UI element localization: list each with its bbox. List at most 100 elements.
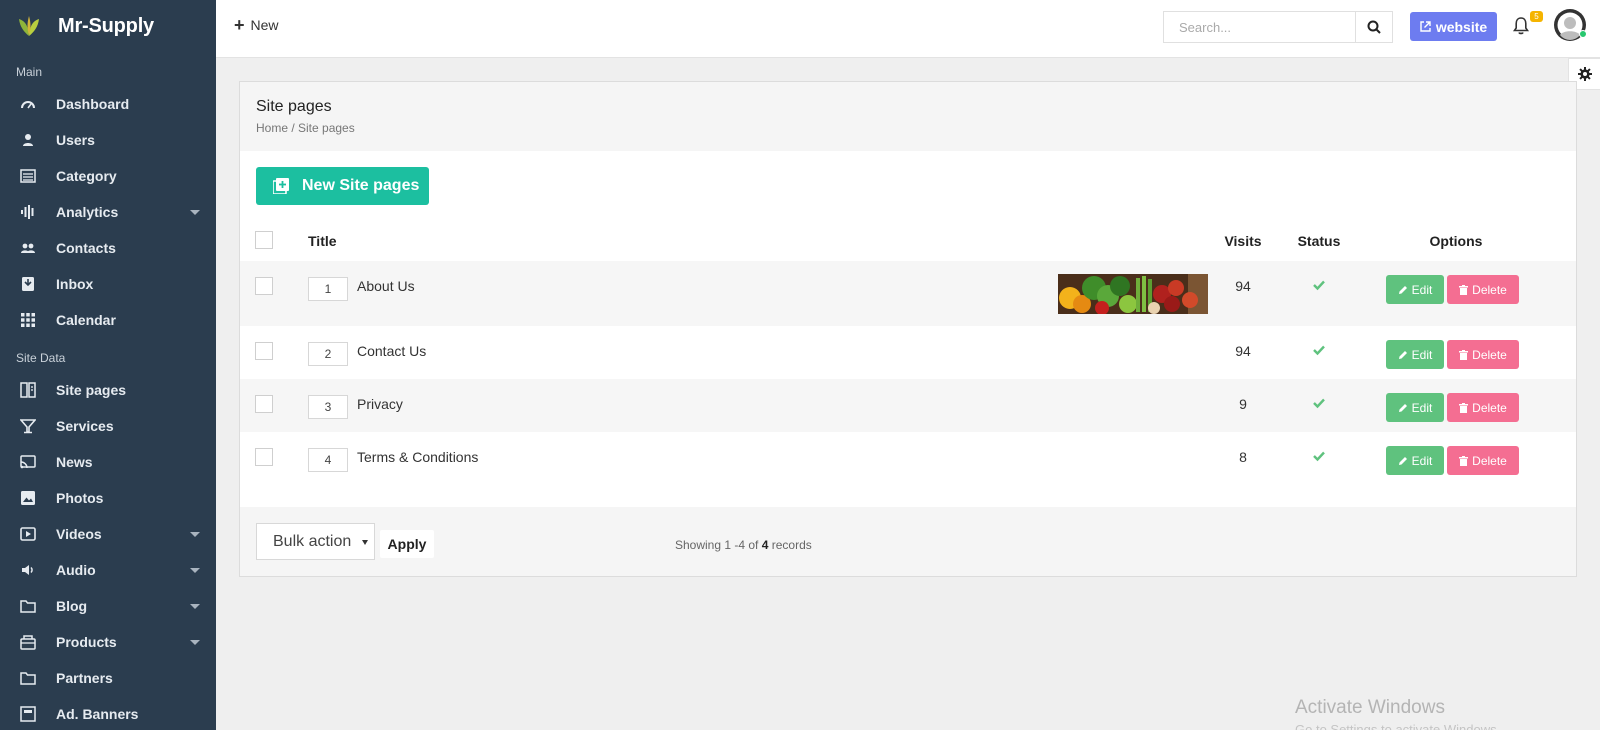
select-arrow-icon: [362, 540, 368, 545]
sidebar-item-news[interactable]: News: [0, 444, 216, 480]
user-icon: [23, 134, 33, 146]
select-all-checkbox[interactable]: [255, 231, 273, 249]
card-header: Site pages Home / Site pages: [240, 82, 1576, 151]
row-checkbox[interactable]: [255, 448, 273, 466]
leaf-logo-icon: [19, 16, 39, 36]
sidebar-item-partners[interactable]: Partners: [0, 660, 216, 696]
calendar-icon: [21, 313, 35, 327]
pencil-icon: [1398, 403, 1407, 412]
sidebar-item-category[interactable]: Category: [0, 158, 216, 194]
row-checkbox[interactable]: [255, 277, 273, 295]
check-icon: [1313, 398, 1325, 409]
sidebar-item-label: Users: [56, 132, 95, 148]
row-checkbox[interactable]: [255, 342, 273, 360]
sidebar-item-label: Ad. Banners: [56, 706, 139, 722]
order-input[interactable]: 4: [308, 448, 348, 472]
table-footer: Bulk action Apply Showing 1 -4 of 4 reco…: [240, 507, 1576, 576]
order-input[interactable]: 1: [308, 277, 348, 301]
sidebar-item-inbox[interactable]: Inbox: [0, 266, 216, 302]
apply-button[interactable]: Apply: [380, 530, 434, 558]
trash-icon: [1459, 284, 1469, 295]
sidebar-item-products[interactable]: Products: [0, 624, 216, 660]
sidebar-item-calendar[interactable]: Calendar: [0, 302, 216, 338]
add-library-icon: [273, 178, 289, 194]
external-link-icon: [1420, 21, 1431, 32]
col-title: Title: [308, 233, 337, 249]
edit-label: Edit: [1411, 453, 1433, 468]
delete-button[interactable]: Delete: [1447, 393, 1519, 422]
check-icon: [1313, 280, 1325, 291]
pages-icon: [20, 382, 36, 398]
notification-badge: 5: [1530, 11, 1543, 22]
activation-watermark-hint: Go to Settings to activate Windows.: [1295, 722, 1501, 730]
sidebar-item-services[interactable]: Services: [0, 408, 216, 444]
row-title[interactable]: Contact Us: [357, 343, 426, 359]
order-input[interactable]: 3: [308, 395, 348, 419]
table-row: 1 About Us 94 Edit Delete: [240, 261, 1576, 326]
sidebar-item-site-pages[interactable]: Site pages: [0, 372, 216, 408]
edit-button[interactable]: Edit: [1386, 446, 1444, 475]
folder-icon: [20, 600, 36, 613]
sidebar-item-contacts[interactable]: Contacts: [0, 230, 216, 266]
pencil-icon: [1398, 350, 1407, 359]
sidebar-item-dashboard[interactable]: Dashboard: [0, 86, 216, 122]
website-label: website: [1435, 18, 1488, 35]
services-icon: [20, 419, 36, 434]
contacts-icon: [21, 243, 35, 253]
row-checkbox[interactable]: [255, 395, 273, 413]
search-input[interactable]: [1164, 12, 1356, 42]
bell-icon[interactable]: [1512, 16, 1530, 36]
edit-button[interactable]: Edit: [1386, 393, 1444, 422]
new-label: New: [250, 17, 279, 33]
new-site-page-button[interactable]: New Site pages: [256, 167, 429, 205]
sidebar: Mr-Supply Main Dashboard Users Category Ana…: [0, 0, 216, 730]
sidebar-item-label: Site pages: [56, 382, 127, 398]
row-title[interactable]: Privacy: [357, 396, 403, 412]
section-label-site-data: Site Data: [16, 351, 66, 365]
edit-button[interactable]: Edit: [1386, 340, 1444, 369]
sidebar-item-photos[interactable]: Photos: [0, 480, 216, 516]
row-title[interactable]: About Us: [357, 278, 415, 294]
folder-icon: [20, 672, 36, 685]
pencil-icon: [1398, 285, 1407, 294]
row-title[interactable]: Terms & Conditions: [357, 449, 478, 465]
visits-count: 94: [1235, 343, 1251, 359]
caret-down-icon: [190, 532, 200, 537]
table-row: 2 Contact Us 94 Edit Delete: [240, 326, 1576, 379]
brand[interactable]: Mr-Supply: [0, 0, 216, 52]
new-button[interactable]: + New: [234, 15, 279, 35]
delete-label: Delete: [1472, 453, 1507, 468]
bulk-action-select[interactable]: Bulk action: [256, 523, 375, 560]
sidebar-item-label: Audio: [56, 562, 96, 578]
sidebar-item-blog[interactable]: Blog: [0, 588, 216, 624]
page-thumbnail: [1058, 274, 1208, 314]
records-info: Showing 1 -4 of 4 records: [675, 538, 812, 552]
plus-icon: +: [234, 15, 245, 35]
products-icon: [20, 635, 36, 650]
analytics-icon: [21, 205, 34, 219]
records-suffix: records: [768, 538, 812, 552]
search-box: [1163, 11, 1393, 43]
pencil-icon: [1398, 456, 1407, 465]
sidebar-item-videos[interactable]: Videos: [0, 516, 216, 552]
sidebar-item-ad-banners[interactable]: Ad. Banners: [0, 696, 216, 730]
caret-down-icon: [190, 568, 200, 573]
sidebar-item-audio[interactable]: Audio: [0, 552, 216, 588]
sidebar-item-analytics[interactable]: Analytics: [0, 194, 216, 230]
table-row: 4 Terms & Conditions 8 Edit Delete: [240, 432, 1576, 485]
edit-label: Edit: [1411, 400, 1433, 415]
table-header: Title Visits Status Options: [240, 221, 1576, 261]
website-button[interactable]: website: [1410, 12, 1497, 41]
trash-icon: [1459, 402, 1469, 413]
col-status: Status: [1297, 233, 1341, 249]
order-input[interactable]: 2: [308, 342, 348, 366]
search-button[interactable]: [1355, 12, 1392, 42]
delete-button[interactable]: Delete: [1447, 446, 1519, 475]
delete-button[interactable]: Delete: [1447, 275, 1519, 304]
delete-button[interactable]: Delete: [1447, 340, 1519, 369]
sidebar-item-users[interactable]: Users: [0, 122, 216, 158]
trash-icon: [1459, 455, 1469, 466]
edit-button[interactable]: Edit: [1386, 275, 1444, 304]
check-icon: [1313, 451, 1325, 462]
sidebar-item-label: News: [56, 454, 93, 470]
